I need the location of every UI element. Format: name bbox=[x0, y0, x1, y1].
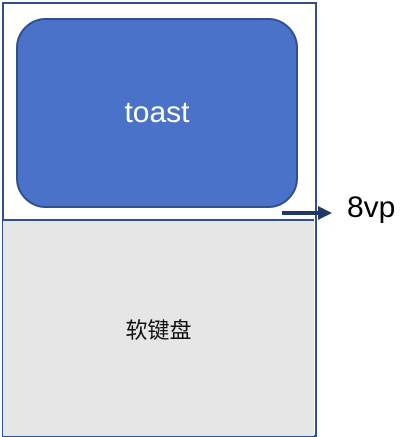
right-arrow-icon bbox=[282, 206, 332, 220]
toast-label: toast bbox=[124, 96, 190, 129]
toast-box: toast bbox=[16, 18, 298, 208]
arrow-head bbox=[318, 206, 332, 220]
diagram-canvas: 软键盘 toast 8vp bbox=[0, 0, 406, 437]
soft-keyboard-area: 软键盘 bbox=[3, 219, 314, 436]
soft-keyboard-label: 软键盘 bbox=[125, 318, 192, 344]
gap-label: 8vp bbox=[347, 191, 396, 224]
